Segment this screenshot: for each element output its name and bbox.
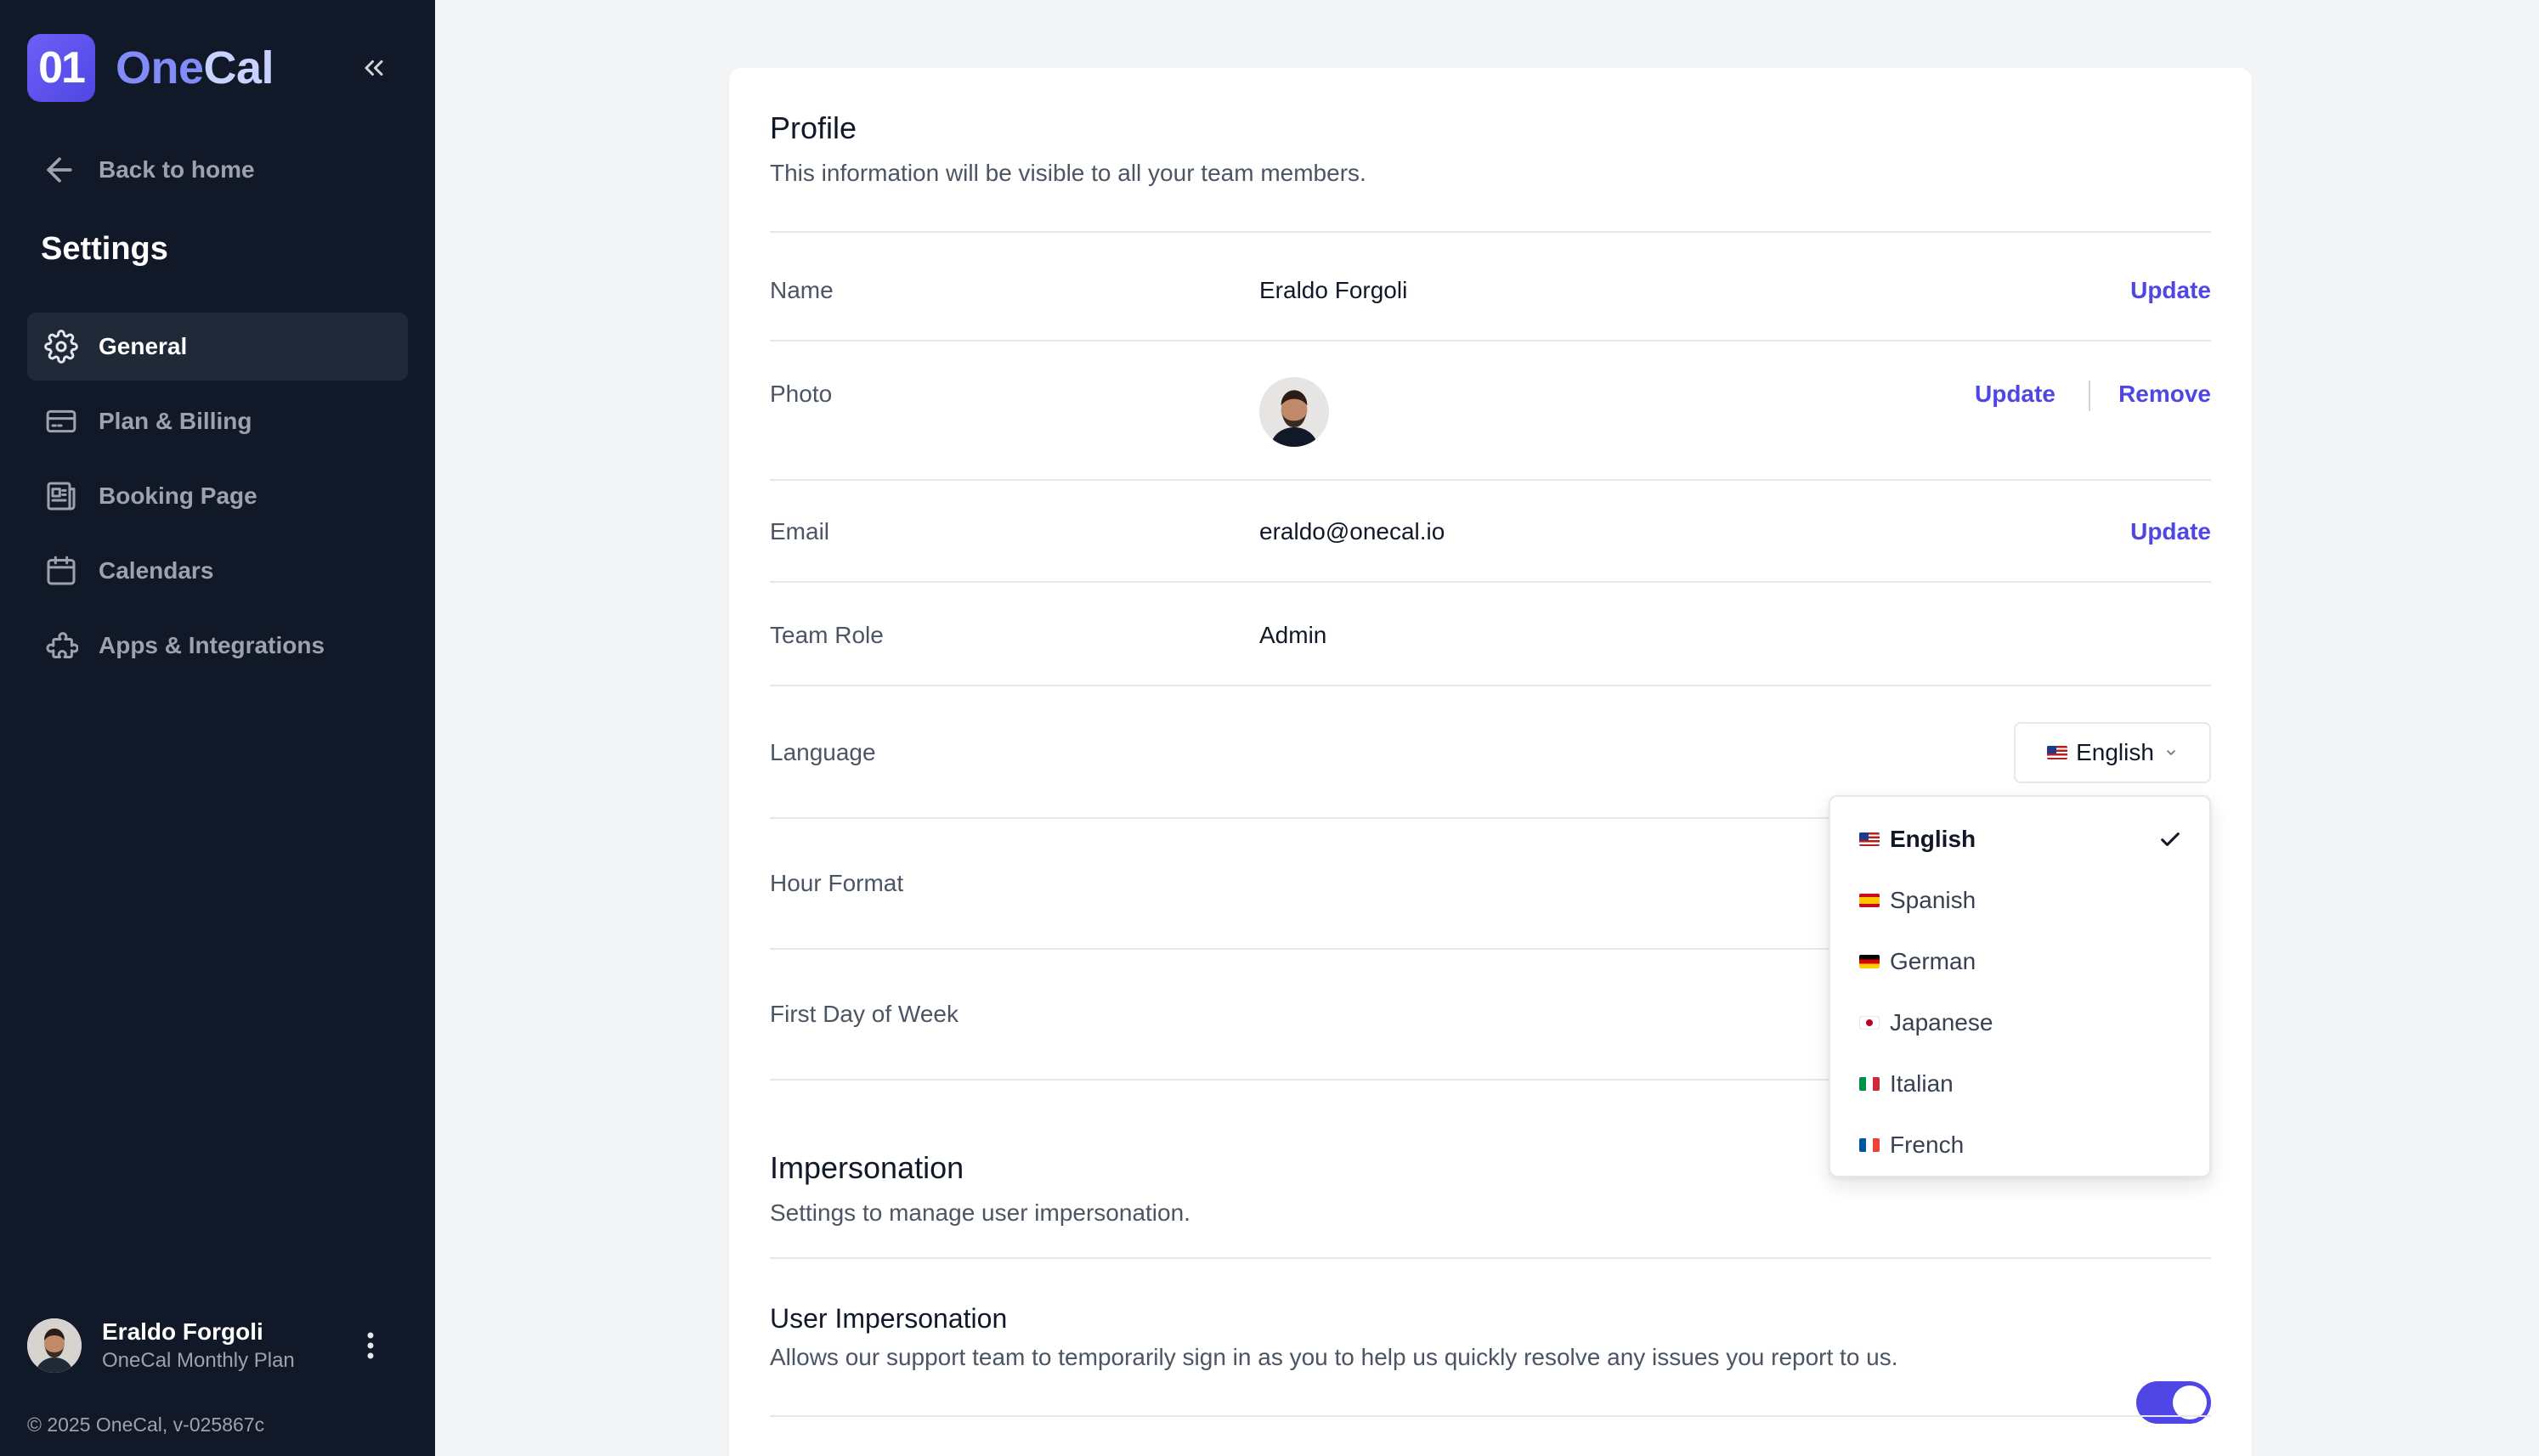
email-label: Email	[770, 518, 830, 545]
profile-subtitle: This information will be visible to all …	[770, 160, 1366, 186]
user-account[interactable]: Eraldo Forgoli OneCal Monthly Plan	[27, 1315, 408, 1376]
logo-text: OneCal	[116, 42, 274, 94]
user-info: Eraldo Forgoli OneCal Monthly Plan	[102, 1317, 295, 1374]
divider	[770, 231, 2211, 233]
italy-flag-icon	[1859, 1077, 1880, 1091]
us-flag-icon	[2047, 746, 2068, 759]
hour-format-label: Hour Format	[770, 870, 904, 896]
sidebar-item-general[interactable]: General	[27, 313, 408, 381]
sidebar: 01 OneCal Back to home Settings General …	[0, 0, 435, 1456]
divider	[770, 340, 2211, 341]
sidebar-item-apps-integrations[interactable]: Apps & Integrations	[27, 612, 408, 680]
first-day-label: First Day of Week	[770, 1001, 958, 1027]
divider	[770, 479, 2211, 481]
back-to-home-link[interactable]: Back to home	[41, 150, 255, 190]
france-flag-icon	[1859, 1138, 1880, 1152]
logo-text-one: One	[116, 42, 204, 93]
check-icon	[2161, 832, 2180, 846]
user-impersonation-desc: Allows our support team to temporarily s…	[770, 1344, 1898, 1370]
booking-page-icon	[42, 477, 80, 515]
sidebar-item-label: General	[99, 333, 188, 359]
back-to-home-label: Back to home	[99, 156, 255, 183]
germany-flag-icon	[1859, 955, 1880, 968]
logo-text-cal: Cal	[203, 42, 274, 93]
sidebar-item-label: Booking Page	[99, 483, 257, 509]
logo[interactable]: 01 OneCal	[27, 34, 274, 102]
user-name: Eraldo Forgoli	[102, 1318, 263, 1345]
team-role-value: Admin	[1259, 622, 1327, 648]
update-photo-link[interactable]: Update	[1975, 381, 2056, 408]
us-flag-icon	[1859, 832, 1880, 846]
remove-photo-link[interactable]: Remove	[2118, 381, 2211, 408]
spain-flag-icon	[1859, 894, 1880, 907]
update-name-link[interactable]: Update	[2130, 277, 2211, 304]
name-value: Eraldo Forgoli	[1259, 277, 1408, 303]
language-option-spanish[interactable]: Spanish	[1830, 870, 2209, 931]
team-role-label: Team Role	[770, 622, 884, 648]
language-option-label: English	[1890, 826, 1976, 852]
language-select[interactable]: English	[2014, 722, 2211, 783]
sidebar-item-label: Plan & Billing	[99, 408, 252, 434]
gear-icon	[42, 328, 80, 365]
calendar-icon	[42, 552, 80, 590]
language-option-label: French	[1890, 1132, 1965, 1158]
language-select-value: English	[2076, 739, 2154, 765]
update-email-link[interactable]: Update	[2130, 518, 2211, 545]
user-menu-button[interactable]	[353, 1327, 387, 1364]
divider	[770, 581, 2211, 583]
impersonation-subtitle: Settings to manage user impersonation.	[770, 1199, 1190, 1226]
language-dropdown: English Spanish German Japanese Italian …	[1829, 795, 2211, 1177]
copyright-text: © 2025 OneCal, v-025867c	[27, 1414, 265, 1436]
avatar	[27, 1318, 82, 1373]
language-option-label: German	[1890, 948, 1976, 974]
double-chevron-left-icon	[365, 60, 383, 76]
credit-card-icon	[42, 403, 80, 440]
divider	[770, 685, 2211, 686]
name-label: Name	[770, 277, 834, 303]
link-separator	[2089, 381, 2090, 411]
impersonation-title: Impersonation	[770, 1150, 964, 1185]
settings-nav: General Plan & Billing Booking Page Cale…	[27, 313, 408, 686]
user-impersonation-title: User Impersonation	[770, 1303, 1008, 1334]
language-option-label: Italian	[1890, 1070, 1954, 1097]
more-vertical-icon	[367, 1332, 374, 1359]
settings-heading: Settings	[41, 231, 168, 267]
divider	[770, 1257, 2211, 1259]
profile-photo	[1259, 377, 1329, 447]
app-root: 01 OneCal Back to home Settings General …	[0, 0, 2539, 1456]
japan-flag-icon	[1859, 1016, 1880, 1030]
language-option-french[interactable]: French	[1830, 1115, 2209, 1176]
sidebar-item-plan-billing[interactable]: Plan & Billing	[27, 387, 408, 455]
language-option-label: Japanese	[1890, 1009, 1993, 1036]
language-option-english[interactable]: English	[1830, 809, 2209, 870]
language-option-german[interactable]: German	[1830, 931, 2209, 992]
user-plan: OneCal Monthly Plan	[102, 1349, 295, 1372]
puzzle-icon	[42, 627, 80, 664]
collapse-sidebar-button[interactable]	[350, 44, 398, 92]
settings-card: Profile This information will be visible…	[729, 68, 2252, 1456]
arrow-left-icon	[47, 157, 72, 183]
profile-title: Profile	[770, 110, 857, 145]
logo-mark: 01	[27, 34, 95, 102]
sidebar-item-label: Apps & Integrations	[99, 632, 325, 658]
photo-label: Photo	[770, 381, 833, 407]
chevron-down-icon	[2167, 750, 2175, 755]
language-option-japanese[interactable]: Japanese	[1830, 992, 2209, 1053]
language-option-italian[interactable]: Italian	[1830, 1053, 2209, 1115]
sidebar-item-booking-page[interactable]: Booking Page	[27, 462, 408, 530]
sidebar-item-label: Calendars	[99, 557, 214, 584]
language-label: Language	[770, 739, 876, 765]
divider	[770, 1415, 2211, 1417]
language-option-label: Spanish	[1890, 887, 1976, 913]
sidebar-item-calendars[interactable]: Calendars	[27, 537, 408, 605]
user-impersonation-toggle[interactable]	[2136, 1381, 2211, 1424]
toggle-knob	[2173, 1385, 2207, 1419]
email-value: eraldo@onecal.io	[1259, 518, 1445, 545]
